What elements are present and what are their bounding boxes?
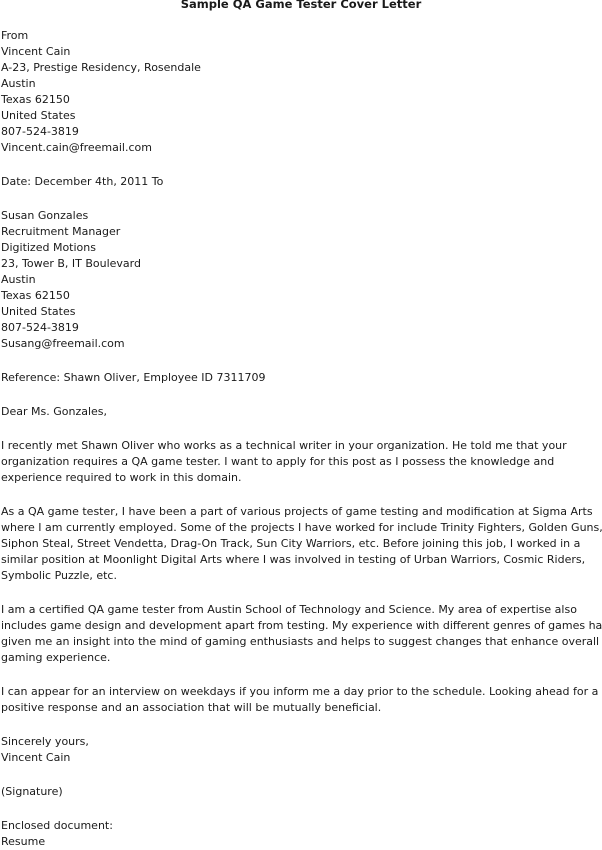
- paragraph-line: gaming experience.: [1, 651, 111, 664]
- recipient-city: Austin: [1, 273, 36, 286]
- paragraph-line: Symbolic Puzzle, etc.: [1, 569, 117, 582]
- recipient-state: Texas 62150: [1, 289, 70, 302]
- paragraph-line: where I am currently employed. Some of t…: [1, 521, 602, 534]
- paragraph-line: Siphon Steal, Street Vendetta, Drag-On T…: [1, 537, 581, 550]
- recipient-email: Susang@freemail.com: [1, 337, 125, 350]
- enclosure-block: Enclosed document: Resume: [1, 818, 599, 850]
- recipient-country: United States: [1, 305, 76, 318]
- document-title: Sample QA Game Tester Cover Letter: [180, 0, 422, 11]
- paragraph-line: includes game design and development apa…: [1, 619, 602, 632]
- body-paragraph-1: I recently met Shawn Oliver who works as…: [1, 438, 599, 486]
- recipient-block: Susan Gonzales Recruitment Manager Digit…: [1, 208, 599, 352]
- closing-phrase: Sincerely yours,: [1, 735, 89, 748]
- recipient-phone: 807-524-3819: [1, 321, 79, 334]
- signature-placeholder: (Signature): [1, 785, 63, 798]
- paragraph-line: As a QA game tester, I have been a part …: [1, 505, 593, 518]
- from-label: From: [1, 29, 29, 42]
- paragraph-line: experience required to work in this doma…: [1, 471, 242, 484]
- enclosure-item: Resume: [1, 835, 46, 848]
- sender-state: Texas 62150: [1, 93, 70, 106]
- sender-country: United States: [1, 109, 76, 122]
- sender-address: A-23, Prestige Residency, Rosendale: [1, 61, 201, 74]
- date-line: Date: December 4th, 2011 To: [1, 175, 164, 188]
- sender-name: Vincent Cain: [1, 45, 71, 58]
- body-paragraph-4: I can appear for an interview on weekday…: [1, 684, 599, 716]
- reference-line: Reference: Shawn Oliver, Employee ID 731…: [1, 371, 266, 384]
- closing-name: Vincent Cain: [1, 751, 71, 764]
- recipient-title: Recruitment Manager: [1, 225, 121, 238]
- paragraph-line: I can appear for an interview on weekday…: [1, 685, 599, 698]
- closing-block: Sincerely yours, Vincent Cain: [1, 734, 599, 766]
- letter-body: From Vincent Cain A-23, Prestige Residen…: [1, 28, 602, 850]
- sender-email: Vincent.cain@freemail.com: [1, 141, 152, 154]
- sender-city: Austin: [1, 77, 36, 90]
- body-paragraph-2: As a QA game tester, I have been a part …: [1, 504, 602, 584]
- sender-phone: 807-524-3819: [1, 125, 79, 138]
- recipient-address: 23, Tower B, IT Boulevard: [1, 257, 141, 270]
- recipient-name: Susan Gonzales: [1, 209, 89, 222]
- recipient-company: Digitized Motions: [1, 241, 96, 254]
- paragraph-line: I am a certified QA game tester from Aus…: [1, 603, 577, 616]
- paragraph-line: given me an insight into the mind of gam…: [1, 635, 600, 648]
- enclosure-label: Enclosed document:: [1, 819, 113, 832]
- sender-block: From Vincent Cain A-23, Prestige Residen…: [1, 28, 599, 156]
- paragraph-line: I recently met Shawn Oliver who works as…: [1, 439, 567, 452]
- body-paragraph-3: I am a certified QA game tester from Aus…: [1, 602, 602, 666]
- paragraph-line: organization requires a QA game tester. …: [1, 455, 555, 468]
- paragraph-line: similar position at Moonlight Digital Ar…: [1, 553, 586, 566]
- salutation: Dear Ms. Gonzales,: [1, 405, 108, 418]
- paragraph-line: positive response and an association tha…: [1, 701, 382, 714]
